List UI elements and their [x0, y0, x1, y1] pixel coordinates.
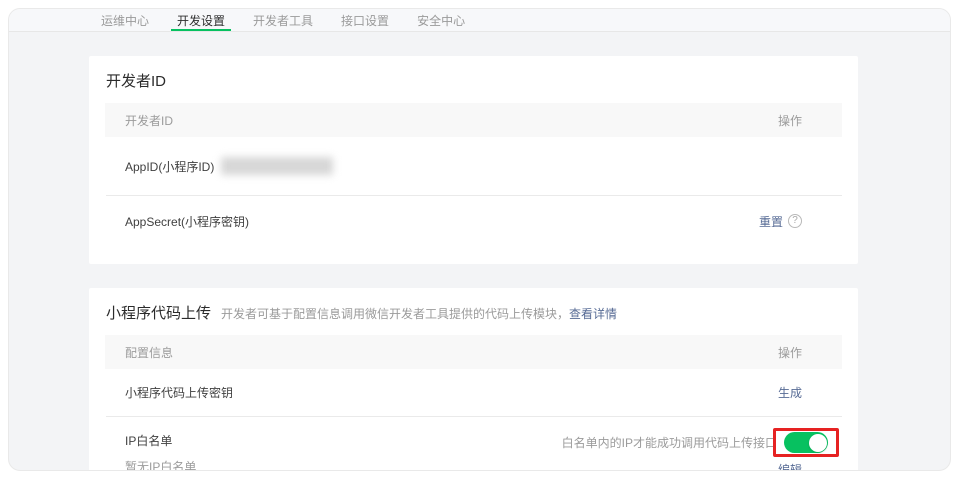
code-upload-card: 小程序代码上传 开发者可基于配置信息调用微信开发者工具提供的代码上传模块， 查看… [89, 288, 858, 471]
tab-operations-center[interactable]: 运维中心 [99, 9, 151, 31]
tab-api-settings[interactable]: 接口设置 [339, 9, 391, 31]
generate-key-link[interactable]: 生成 [778, 384, 802, 401]
column-action-header: 操作 [778, 112, 802, 129]
code-upload-description: 开发者可基于配置信息调用微信开发者工具提供的代码上传模块， [221, 305, 569, 322]
code-upload-table-header: 配置信息 操作 [105, 335, 842, 369]
developer-id-card-head: 开发者ID [89, 56, 858, 103]
reset-appsecret-link[interactable]: 重置 [759, 213, 783, 230]
ip-whitelist-edit-line: 编辑 [778, 461, 842, 471]
view-details-link[interactable]: 查看详情 [569, 305, 617, 322]
developer-id-card: 开发者ID 开发者ID 操作 AppID(小程序ID) AppSecret(小程… [89, 56, 858, 264]
column-action-header: 操作 [778, 344, 802, 361]
column-name-header: 开发者ID [125, 112, 173, 129]
appsecret-row: AppSecret(小程序密钥) 重置 ? [105, 196, 842, 246]
ip-whitelist-left: IP白名单 暂无IP白名单 [125, 417, 196, 471]
ip-whitelist-note-line: 白名单内的IP才能成功调用代码上传接口 [562, 428, 842, 457]
ip-whitelist-note: 白名单内的IP才能成功调用代码上传接口 [562, 434, 777, 451]
column-config-header: 配置信息 [125, 344, 173, 361]
ip-whitelist-right: 白名单内的IP才能成功调用代码上传接口 编辑 [562, 417, 842, 471]
upload-key-row: 小程序代码上传密钥 生成 [105, 369, 842, 416]
appid-label: AppID(小程序ID) [125, 158, 220, 175]
ip-whitelist-row: IP白名单 暂无IP白名单 白名单内的IP才能成功调用代码上传接口 编辑 [105, 417, 842, 471]
edit-whitelist-link[interactable]: 编辑 [778, 463, 802, 471]
top-nav: 运维中心 开发设置 开发者工具 接口设置 安全中心 [9, 9, 950, 32]
appid-value-redacted [221, 157, 333, 175]
code-upload-title: 小程序代码上传 [106, 302, 211, 323]
appsecret-actions: 重置 ? [759, 213, 802, 230]
code-upload-card-head: 小程序代码上传 开发者可基于配置信息调用微信开发者工具提供的代码上传模块， 查看… [89, 288, 858, 335]
ip-whitelist-toggle-on[interactable] [784, 432, 828, 453]
appid-row: AppID(小程序ID) [105, 137, 842, 195]
help-question-icon[interactable]: ? [788, 214, 802, 228]
tab-developer-tools[interactable]: 开发者工具 [251, 9, 315, 31]
developer-id-table-header: 开发者ID 操作 [105, 103, 842, 137]
annotation-red-box [773, 428, 839, 457]
card-bottom-padding [89, 246, 858, 264]
ip-whitelist-label: IP白名单 [125, 432, 196, 449]
upload-key-label: 小程序代码上传密钥 [125, 384, 233, 401]
ip-whitelist-empty-text: 暂无IP白名单 [125, 458, 196, 472]
toggle-knob [809, 434, 827, 452]
appsecret-label: AppSecret(小程序密钥) [125, 213, 249, 230]
tab-development-settings[interactable]: 开发设置 [175, 9, 227, 31]
tab-security-center[interactable]: 安全中心 [415, 9, 467, 31]
settings-page-panel: 运维中心 开发设置 开发者工具 接口设置 安全中心 开发者ID 开发者ID 操作… [8, 8, 951, 471]
developer-id-title: 开发者ID [106, 70, 166, 91]
